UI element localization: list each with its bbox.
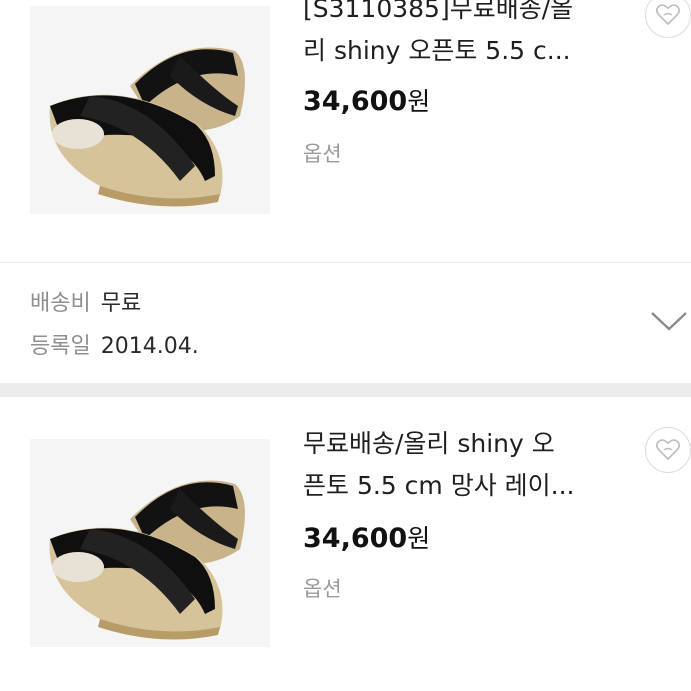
price-value: 34,600 xyxy=(303,523,408,554)
product-card-2[interactable]: 무료배송/올리 shiny 오 픈토 5.5 cm 망사 레이... 34,60… xyxy=(0,397,691,691)
title-line-1: 무료배송/올리 shiny 오 xyxy=(303,429,555,458)
sandal-photo-icon xyxy=(30,439,270,647)
product-price: 34,600원 xyxy=(303,519,430,555)
sandal-photo-icon xyxy=(30,6,270,214)
registered-row: 등록일 2014.04. xyxy=(30,328,199,360)
heart-outline-icon xyxy=(656,4,680,26)
product-price: 34,600원 xyxy=(303,82,430,118)
chevron-down-icon[interactable] xyxy=(650,310,688,332)
price-value: 34,600 xyxy=(303,86,408,117)
heart-outline-icon xyxy=(656,439,680,461)
favorite-button[interactable] xyxy=(645,427,691,473)
title-line-1: [S3110385]무료배송/올 xyxy=(303,0,574,23)
product-image[interactable] xyxy=(30,439,270,647)
product-image[interactable] xyxy=(30,6,270,214)
favorite-button[interactable] xyxy=(645,0,691,38)
product-card-1[interactable]: [S3110385]무료배송/올 리 shiny 오픈토 5.5 c... 34… xyxy=(0,0,691,262)
registered-label: 등록일 xyxy=(30,334,91,359)
shipping-value: 무료 xyxy=(100,291,142,316)
price-currency: 원 xyxy=(407,87,431,116)
registered-value: 2014.04. xyxy=(100,334,199,359)
title-line-2: 리 shiny 오픈토 5.5 c... xyxy=(303,36,571,65)
price-currency: 원 xyxy=(407,524,431,553)
product-title[interactable]: 무료배송/올리 shiny 오 픈토 5.5 cm 망사 레이... xyxy=(303,423,623,507)
option-label[interactable]: 옵션 xyxy=(303,138,342,168)
shipping-row: 배송비 무료 xyxy=(30,285,141,317)
option-label[interactable]: 옵션 xyxy=(303,573,342,603)
card-divider xyxy=(0,262,691,263)
product-title[interactable]: [S3110385]무료배송/올 리 shiny 오픈토 5.5 c... xyxy=(303,0,623,72)
shipping-label: 배송비 xyxy=(30,291,91,316)
section-gap xyxy=(0,383,691,397)
title-line-2: 픈토 5.5 cm 망사 레이... xyxy=(303,471,575,500)
